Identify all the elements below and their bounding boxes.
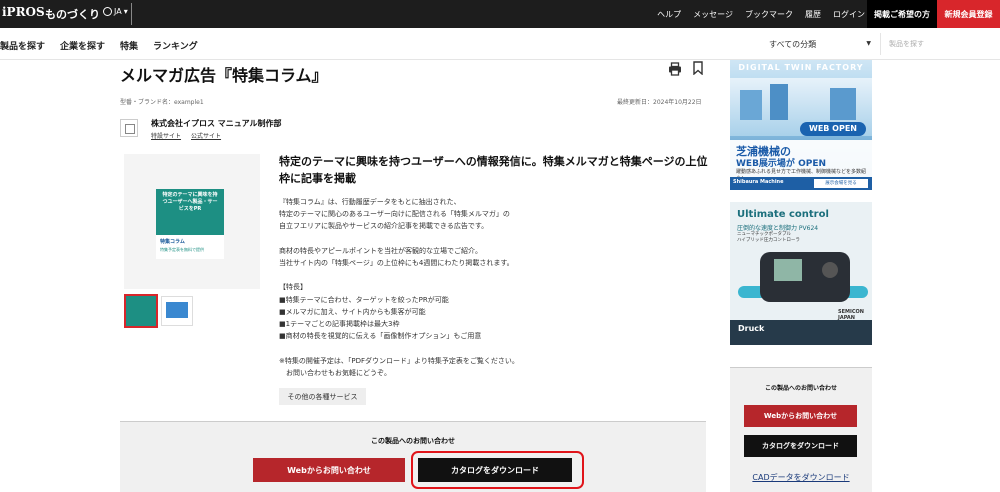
company-links: 特設サイト 公式サイト: [151, 131, 221, 140]
ad1-building: [770, 84, 788, 120]
subnav-features[interactable]: 特集: [120, 39, 138, 52]
ad-banner-druck[interactable]: Ultimate control 圧倒的な速度と制御力 PV624 ニューマチッ…: [730, 202, 872, 345]
subnav-companies[interactable]: 企業を探す: [60, 39, 105, 52]
language-label: JA: [114, 7, 122, 16]
site-logo[interactable]: iPROS: [2, 5, 45, 19]
description-line: ※特集の開催予定は、「PDFダウンロード」より特集予定表をご覧ください。: [279, 356, 519, 365]
ad2-sub3: ハイブリッド圧力コントローラ: [737, 238, 800, 243]
chevron-down-icon: ▼: [866, 40, 871, 47]
language-selector[interactable]: JA ▾: [103, 7, 128, 16]
description-line: 特定のテーマに関心のあるユーザー向けに配信される「特集メルマガ」の: [279, 210, 510, 219]
ad1-pill: WEB OPEN: [800, 122, 866, 136]
search-placeholder: 製品を探す: [889, 40, 924, 48]
nav-bookmarks[interactable]: ブックマーク: [745, 9, 793, 20]
ad2-screen: [774, 259, 802, 281]
listing-request-button[interactable]: 掲載ご希望の方: [867, 0, 937, 28]
product-heading: 特定のテーマに興味を持つユーザーへの情報発信に。特集メルマガと特集ページの上位枠…: [279, 155, 708, 185]
description-line: 商材の特長やアピールポイントを当社が客観的な立場でご紹介。: [279, 246, 482, 255]
product-card-band: 特集コラム 特集予定表を無料で提供: [156, 235, 224, 259]
top-bar: iPROS ものづくり JA ▾ ヘルプ メッセージ ブックマーク 履歴 ログイ…: [0, 0, 1000, 28]
divider: [131, 3, 132, 25]
sidebar-catalog-download-button[interactable]: カタログをダウンロード: [744, 435, 857, 457]
subnav-products[interactable]: 製品を探す: [0, 39, 45, 52]
ad2-knob: [822, 262, 838, 278]
sidebar-web-inquiry-button[interactable]: Webからお問い合わせ: [744, 405, 857, 427]
last-updated: 最終更新日：2024年10月22日: [617, 99, 702, 106]
description-gap: [279, 233, 709, 245]
chevron-down-icon: ▾: [123, 7, 128, 16]
product-image-card: 特定のテーマに興味を持つユーザーへ製品・サービスをPR 特集コラム 特集予定表を…: [156, 189, 224, 259]
page-title: メルマガ広告『特集コラム』: [120, 66, 328, 85]
product-description: 『特集コラム』は、行動履歴データをもとに抽出された、 特定のテーマに関心のあるユ…: [279, 196, 709, 379]
web-inquiry-button[interactable]: Webからお問い合わせ: [253, 458, 405, 482]
bookmark-icon[interactable]: [692, 61, 704, 75]
product-card-text: 特定のテーマに興味を持つユーザーへ製品・サービスをPR: [162, 192, 218, 212]
nav-messages[interactable]: メッセージ: [693, 9, 733, 20]
brand-line: 型番・ブランド名：example1: [120, 99, 204, 106]
top-nav: ヘルプ メッセージ ブックマーク 履歴 ログイン: [657, 0, 865, 28]
nav-help[interactable]: ヘルプ: [657, 9, 681, 20]
special-site-link[interactable]: 特設サイト: [151, 131, 181, 140]
ad1-cta: 展示会場を見る: [814, 179, 868, 188]
ad2-heading: Ultimate control: [737, 209, 829, 220]
sidebar-contact-title: この製品へのお問い合わせ: [764, 385, 837, 392]
description-line: ■1テーマごとの記事掲載枠は最大3枠: [279, 320, 400, 328]
ad-banner-shibaura[interactable]: DIGITAL TWIN FACTORY WEB OPEN 芝浦機械の WEB展…: [730, 60, 872, 190]
product-thumbnail-1[interactable]: [124, 294, 158, 328]
company-name[interactable]: 株式会社イプロス マニュアル制作部: [151, 118, 282, 129]
contact-title: この製品へのお問い合わせ: [371, 437, 455, 445]
nav-history[interactable]: 履歴: [805, 9, 821, 20]
description-line: 『特集コラム』は、行動履歴データをもとに抽出された、: [279, 198, 461, 206]
category-select[interactable]: すべての分類 ▼: [763, 34, 873, 54]
description-line: ■メルマガに加え、サイト内からも集客が可能: [279, 307, 426, 316]
nav-login[interactable]: ログイン: [833, 9, 865, 20]
globe-icon: [103, 7, 112, 16]
description-line: 当社サイト内の「特集ページ」の上位枠にも4週間にわたり掲載されます。: [279, 259, 514, 267]
other-services-button[interactable]: その他の各種サービス: [279, 388, 366, 405]
description-line: ■商材の特長を視覚的に伝える「画像制作オプション」もご用意: [279, 332, 482, 341]
description-line: ■特集テーマに合わせ、ターゲットを絞ったPRが可能: [279, 295, 449, 304]
description-line: お問い合わせもお気軽にどうぞ。: [279, 368, 391, 377]
official-site-link[interactable]: 公式サイト: [191, 131, 221, 140]
company-logo[interactable]: [120, 119, 138, 137]
highlight-box: [411, 451, 584, 489]
search-input[interactable]: 製品を探す: [880, 33, 996, 55]
subnav-ranking[interactable]: ランキング: [153, 39, 198, 52]
product-card-band-sub: 特集予定表を無料で提供: [160, 247, 204, 252]
site-logo-sub[interactable]: ものづくり: [45, 6, 100, 22]
description-gap: [279, 269, 709, 281]
description-line: 【特長】: [279, 283, 307, 292]
ad1-brand: Shibaura Machine: [733, 179, 784, 185]
ad1-heading: DIGITAL TWIN FACTORY: [738, 63, 864, 72]
cad-download-link[interactable]: CADデータをダウンロード: [730, 472, 872, 483]
description-gap: [279, 342, 709, 354]
product-card-band-title: 特集コラム: [160, 239, 185, 245]
ad2-brand: Druck: [738, 324, 765, 333]
product-thumbnail-2[interactable]: [161, 296, 193, 326]
description-line: 自立フエリアに製品やサービスの紹介記事を掲載できる広告です。: [279, 222, 489, 231]
register-button[interactable]: 新規会員登録: [937, 0, 1000, 28]
category-select-value: すべての分類: [769, 39, 817, 49]
ad1-building: [740, 90, 762, 120]
print-icon[interactable]: [668, 62, 682, 76]
ad1-building: [830, 88, 856, 120]
